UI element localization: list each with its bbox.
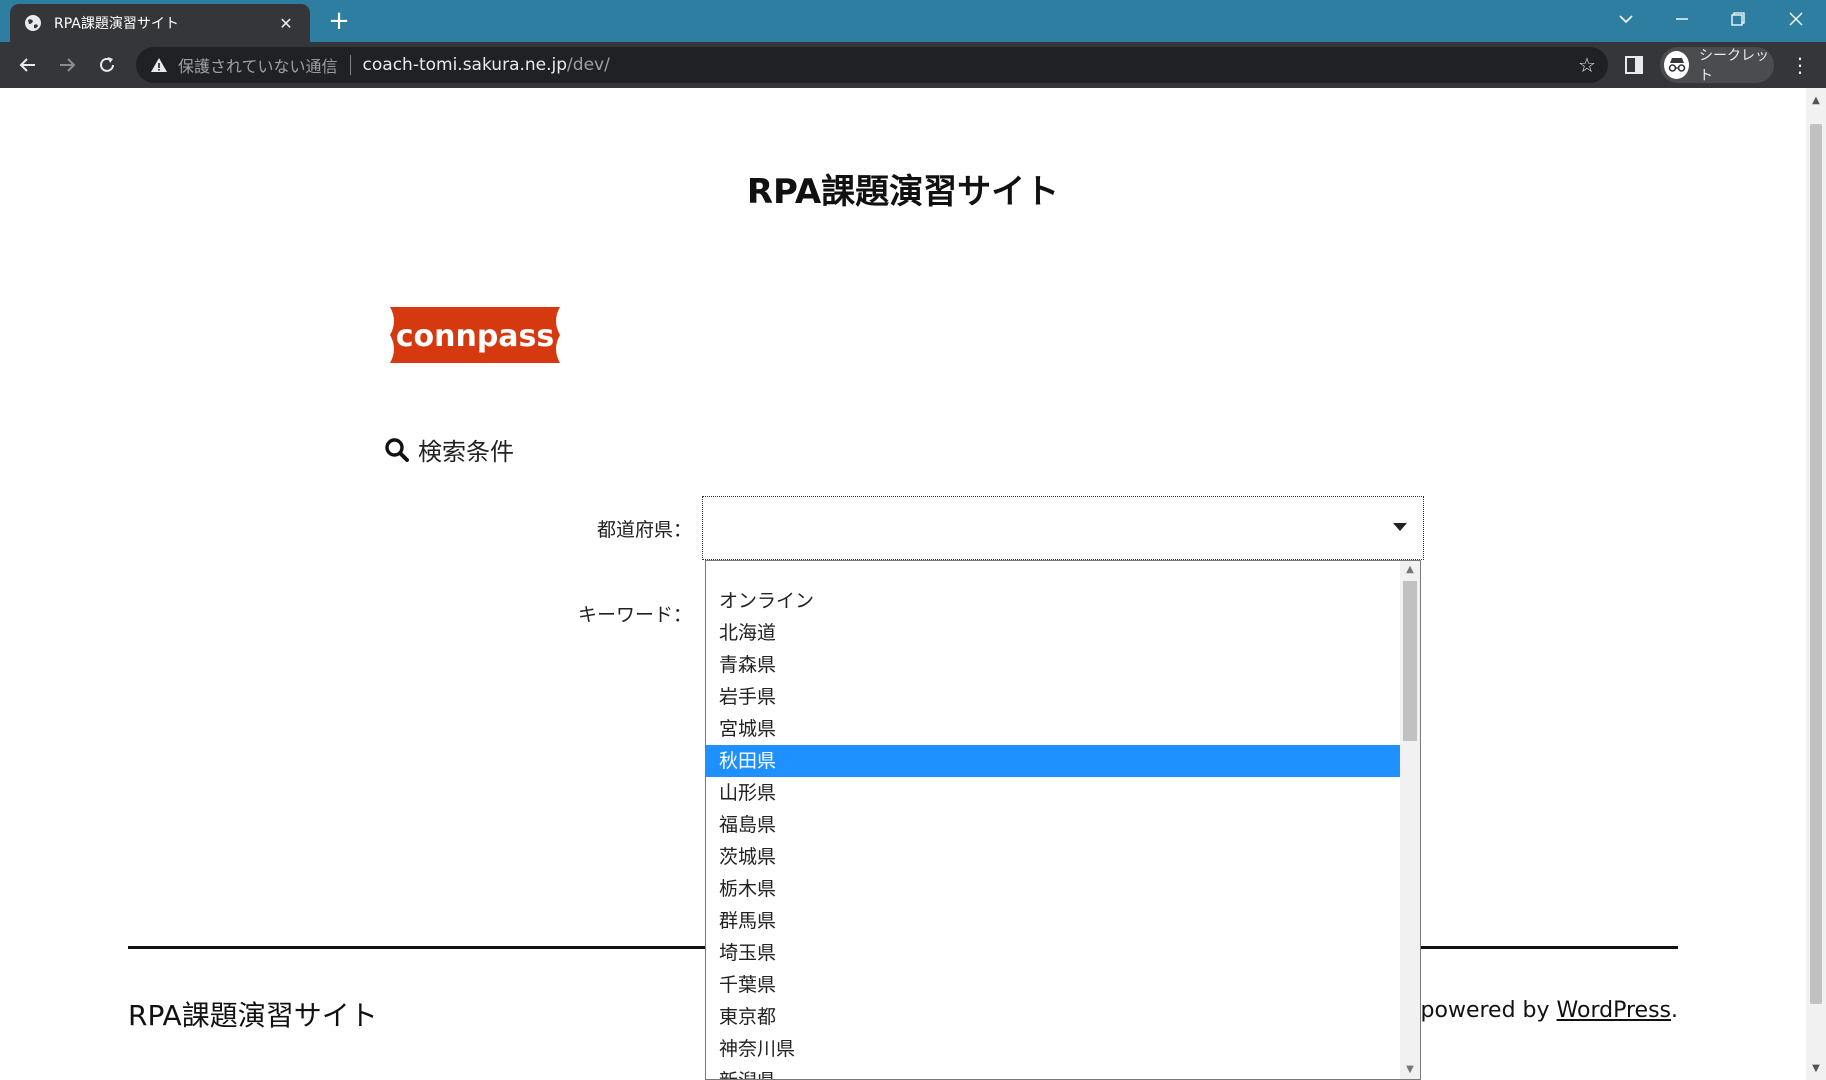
dropdown-scroll-down-icon[interactable]: ▼ [1400,1061,1420,1079]
minimize-icon[interactable] [1654,0,1710,38]
dropdown-scroll-up-icon[interactable]: ▲ [1400,561,1420,579]
add-icon[interactable]: + [325,8,353,36]
dropdown-option[interactable]: オンライン [706,585,1400,617]
footer-site-name[interactable]: RPA課題演習サイト [128,994,378,1034]
dropdown-scroll-thumb[interactable] [1403,581,1417,741]
dropdown-options: オンライン 北海道 青森県 岩手県 宮城県 秋田県 山形県 福島県 茨城県 栃木県 群馬県 埼玉県 千葉… [706,561,1400,1079]
dropdown-option[interactable]: 栃木県 [706,873,1400,905]
url-host: coach-tomi.sakura.ne.jp [362,55,568,75]
url-path: /dev/ [567,55,610,75]
prefecture-label: 都道府県： [596,519,692,541]
browser-tab-bar: RPA課題演習サイト ✕ + [0,0,1826,42]
prefecture-dropdown-list[interactable]: オンライン 北海道 青森県 岩手県 宮城県 秋田県 山形県 福島県 茨城県 栃木県 群馬県 埼玉県 千葉… [705,560,1421,1080]
restore-icon[interactable] [1710,0,1766,38]
back-icon[interactable] [14,51,42,79]
star-icon[interactable]: ☆ [1576,54,1598,76]
dropdown-option[interactable]: 岩手県 [706,681,1400,713]
scroll-up-icon[interactable]: ▲ [1806,92,1826,110]
dropdown-option[interactable]: 青森県 [706,649,1400,681]
incognito-indicator[interactable]: シークレット [1660,47,1774,84]
address-separator [349,55,351,75]
dropdown-option[interactable]: 埼玉県 [706,937,1400,969]
wordpress-link[interactable]: WordPress [1557,998,1671,1023]
page-title: RPA課題演習サイト [746,172,1060,212]
search-heading-label: 検索条件 [418,438,514,466]
connpass-logo: connpass [390,307,560,363]
tab-title: RPA課題演習サイト [54,16,179,32]
caret-down-icon [1393,523,1407,531]
incognito-label: シークレット [1699,48,1769,84]
forward-icon[interactable] [53,51,81,79]
menu-icon[interactable]: ⋮ [1790,52,1810,78]
dropdown-option[interactable]: 新潟県 [706,1065,1400,1079]
page-scroll-thumb[interactable] [1810,124,1822,1004]
dropdown-option[interactable]: 東京都 [706,1001,1400,1033]
warning-icon [151,58,167,72]
powered-by-suffix: . [1671,998,1678,1023]
search-heading: 検索条件 [384,432,514,467]
scroll-down-icon[interactable]: ▼ [1806,1060,1826,1078]
dropdown-option[interactable]: 北海道 [706,617,1400,649]
globe-icon [25,15,41,31]
browser-toolbar: 保護されていない通信 coach-tomi.sakura.ne.jp /dev/… [0,42,1826,88]
tab-search-chevron-icon[interactable] [1598,0,1654,38]
footer-powered-by: ly powered by WordPress. [1394,998,1678,1023]
search-icon [385,437,409,462]
page-scrollbar[interactable]: ▲ ▼ [1806,88,1826,1080]
browser-tab[interactable]: RPA課題演習サイト ✕ [10,4,310,42]
prefecture-select[interactable] [702,496,1424,560]
dropdown-option[interactable] [706,561,1400,585]
dropdown-option[interactable]: 山形県 [706,777,1400,809]
incognito-icon [1664,51,1689,79]
dropdown-option[interactable]: 宮城県 [706,713,1400,745]
keyword-label: キーワード： [577,604,692,626]
address-bar[interactable]: 保護されていない通信 coach-tomi.sakura.ne.jp /dev/… [136,47,1608,83]
svg-text:connpass: connpass [396,319,555,354]
side-panel-icon[interactable] [1625,56,1643,74]
dropdown-option[interactable]: 茨城県 [706,841,1400,873]
dropdown-option[interactable]: 福島県 [706,809,1400,841]
dropdown-option[interactable]: 秋田県 [706,745,1400,777]
dropdown-option[interactable]: 千葉県 [706,969,1400,1001]
dropdown-option[interactable]: 群馬県 [706,905,1400,937]
window-close-icon[interactable] [1768,0,1824,38]
close-icon[interactable]: ✕ [276,14,296,33]
security-status: 保護されていない通信 [178,57,338,76]
dropdown-option[interactable]: 神奈川県 [706,1033,1400,1065]
reload-icon[interactable] [93,51,121,79]
dropdown-scrollbar[interactable]: ▲ ▼ [1400,561,1420,1079]
